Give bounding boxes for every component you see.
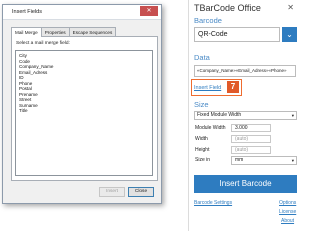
license-link[interactable]: License [279,209,296,215]
mail-merge-instruction: Select a mail merge field: [16,41,70,46]
insert-field-link[interactable]: Insert Field [194,85,221,91]
size-mode-select[interactable]: Fixed Module Width ▾ [194,111,297,120]
insert-fields-dialog: Insert Fields ✕ Mail Merge Properties Es… [2,4,162,204]
about-link[interactable]: About [281,218,294,224]
chevron-down-icon: ▾ [291,113,294,118]
insert-barcode-button[interactable]: Insert Barcode [194,175,297,193]
module-width-label: Module Width [195,125,226,131]
height-label: Height [195,147,210,153]
barcode-settings-link[interactable]: Barcode Settings [194,200,232,206]
module-width-input[interactable]: 3.000 [231,124,271,132]
pane-title: TBarCode Office [194,3,261,13]
width-input[interactable]: (auto) [231,135,271,143]
data-heading: Data [194,53,210,62]
barcode-type-select[interactable]: QR-Code [194,27,280,42]
tab-escape-sequences[interactable]: Escape Sequences [68,27,117,36]
close-button[interactable]: Close [128,187,154,197]
options-link[interactable]: Options [279,200,296,206]
size-in-label: Size in [195,157,211,163]
barcode-data-field[interactable]: «Company_Name»«Email_Adress»«Phone» [194,65,296,77]
step-number-badge: 7 [227,81,239,93]
size-heading: Size [194,100,209,109]
mail-merge-panel: Select a mail merge field: City Code Com… [11,36,158,181]
chevron-down-icon: ▾ [291,158,294,163]
tbarcode-pane: TBarCode Office ✕ Barcode QR-Code ⌄ Data… [188,0,300,231]
width-label: Width [195,136,208,142]
pane-close-icon[interactable]: ✕ [287,3,294,12]
dialog-titlebar: Insert Fields ✕ [3,5,161,20]
mail-merge-field-list[interactable]: City Code Company_Name Email_Adress ID P… [15,50,153,176]
barcode-type-dropdown-icon[interactable]: ⌄ [282,27,297,42]
size-mode-value: Fixed Module Width [197,112,242,118]
insert-button[interactable]: Insert [99,187,125,197]
barcode-heading: Barcode [194,16,222,25]
height-input[interactable]: (auto) [231,146,271,154]
size-unit-value: mm [235,157,244,163]
dialog-close-icon[interactable]: ✕ [140,6,158,16]
dialog-title: Insert Fields [12,9,42,15]
tab-properties[interactable]: Properties [40,27,70,36]
tab-mail-merge[interactable]: Mail Merge [11,27,42,37]
list-item[interactable]: Title [19,108,149,114]
size-unit-select[interactable]: mm ▾ [231,156,297,165]
